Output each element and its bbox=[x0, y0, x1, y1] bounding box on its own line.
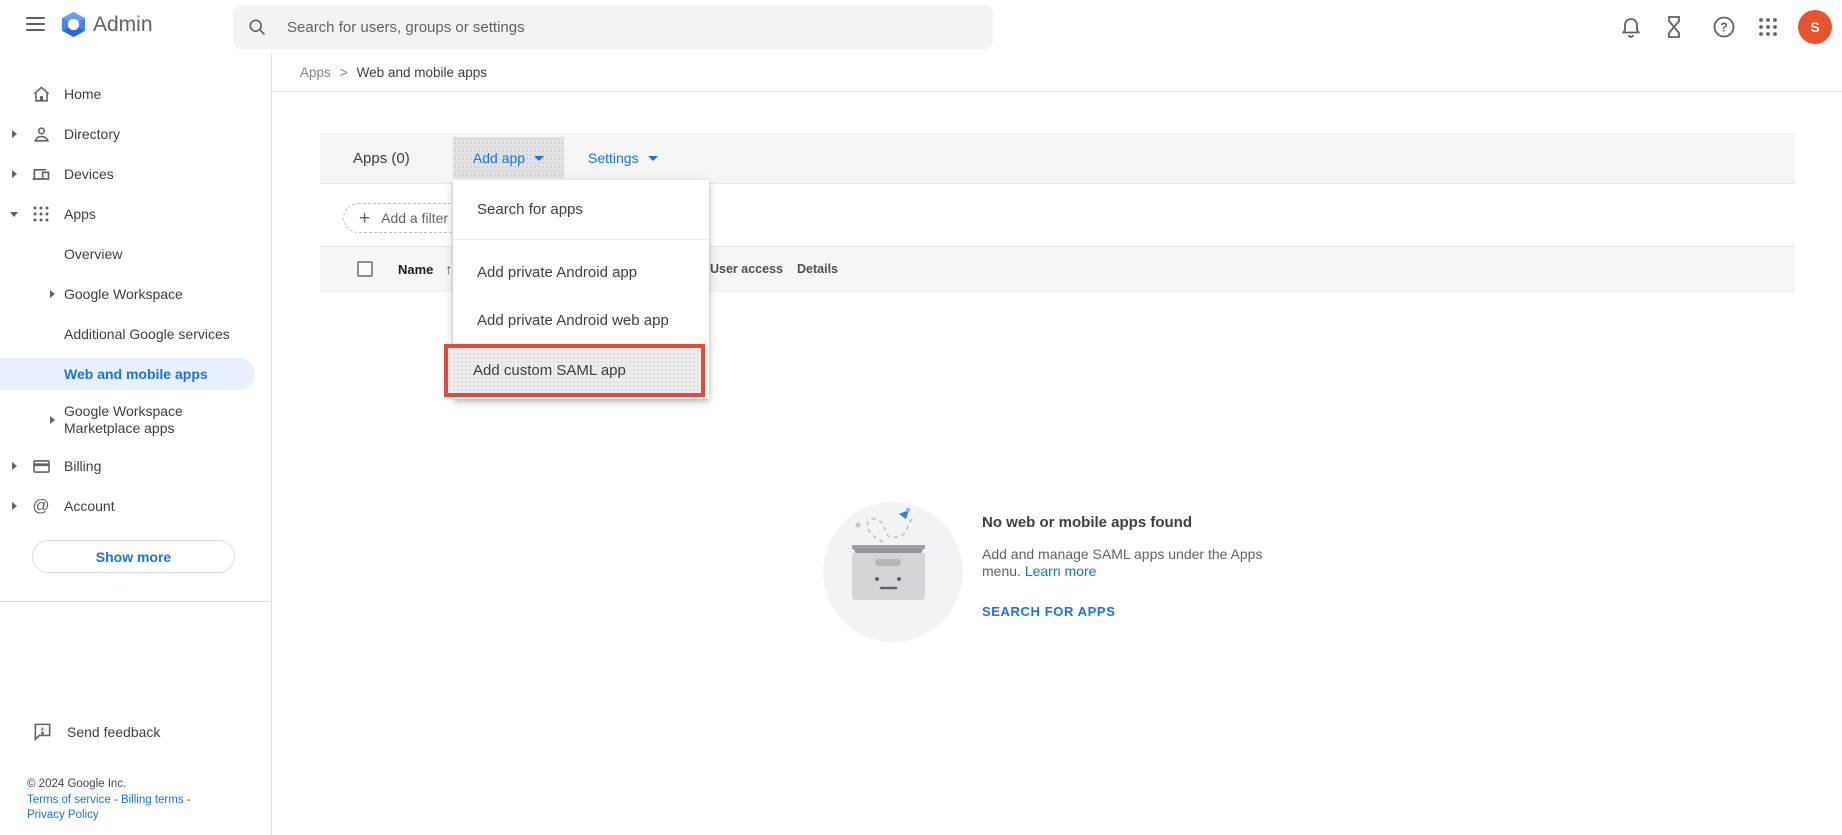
expand-right-icon bbox=[50, 290, 55, 298]
menu-item-add-private-android-app[interactable]: Add private Android app bbox=[453, 248, 709, 296]
apps-count-label: Apps (0) bbox=[353, 149, 410, 167]
sidebar-item-directory[interactable]: Directory bbox=[0, 114, 271, 154]
global-search[interactable] bbox=[233, 5, 993, 49]
person-icon bbox=[31, 124, 51, 144]
sidebar-nav: Home Directory Devices Apps Overview Goo… bbox=[0, 54, 272, 835]
sidebar-item-home[interactable]: Home bbox=[0, 74, 271, 114]
notifications-bell-icon[interactable] bbox=[1619, 15, 1643, 39]
main-menu-icon[interactable] bbox=[26, 17, 45, 31]
at-sign-icon: @ bbox=[32, 496, 50, 515]
terms-of-service-link[interactable]: Terms of service bbox=[27, 794, 111, 806]
feedback-icon bbox=[34, 723, 51, 741]
product-title: Admin bbox=[93, 13, 153, 36]
breadcrumb-current-page: Web and mobile apps bbox=[356, 65, 488, 80]
sidebar-item-web-and-mobile-apps[interactable]: Web and mobile apps bbox=[0, 354, 271, 394]
sidebar-footer: © 2024 Google Inc. Terms of service - Bi… bbox=[27, 778, 191, 821]
admin-console-page: Admin ? S bbox=[0, 0, 1842, 835]
chevron-down-icon bbox=[647, 156, 658, 161]
show-more-button[interactable]: Show more bbox=[32, 540, 235, 573]
sidebar-item-devices[interactable]: Devices bbox=[0, 154, 271, 194]
menu-item-add-private-android-web-app[interactable]: Add private Android web app bbox=[453, 296, 709, 344]
account-avatar[interactable]: S bbox=[1798, 10, 1832, 44]
plus-icon: + bbox=[359, 207, 371, 229]
home-icon bbox=[31, 84, 51, 104]
sidebar-item-workspace-marketplace-apps[interactable]: Google Workspace Marketplace apps bbox=[0, 394, 271, 446]
breadcrumb-separator: > bbox=[339, 65, 348, 80]
learn-more-link[interactable]: Learn more bbox=[1025, 563, 1097, 579]
breadcrumb-apps-link[interactable]: Apps bbox=[300, 65, 331, 80]
select-all-checkbox[interactable] bbox=[357, 261, 373, 277]
copyright-text: © 2024 Google Inc. bbox=[27, 778, 127, 790]
help-icon[interactable]: ? bbox=[1712, 15, 1736, 39]
devices-icon bbox=[31, 164, 51, 184]
search-for-apps-link[interactable]: SEARCH FOR APPS bbox=[982, 604, 1312, 619]
empty-state-title: No web or mobile apps found bbox=[982, 514, 1192, 531]
column-header-name[interactable]: Name ↑ bbox=[398, 247, 452, 291]
sidebar-item-additional-google-services[interactable]: Additional Google services bbox=[0, 314, 271, 354]
svg-text:?: ? bbox=[1720, 21, 1728, 35]
sidebar-item-google-workspace[interactable]: Google Workspace bbox=[0, 274, 271, 314]
pending-tasks-hourglass-icon[interactable] bbox=[1662, 15, 1686, 39]
sidebar-item-apps[interactable]: Apps bbox=[0, 194, 271, 234]
apps-grid-icon bbox=[31, 204, 51, 224]
sort-ascending-icon: ↑ bbox=[445, 261, 453, 277]
add-app-button[interactable]: Add app bbox=[453, 137, 564, 178]
menu-item-add-custom-saml-app[interactable]: Add custom SAML app bbox=[444, 344, 705, 397]
google-apps-grid-icon[interactable] bbox=[1756, 15, 1780, 39]
sidebar-item-overview[interactable]: Overview bbox=[0, 234, 271, 274]
search-input[interactable] bbox=[285, 17, 979, 37]
settings-button[interactable]: Settings bbox=[588, 137, 658, 178]
send-feedback-button[interactable]: Send feedback bbox=[33, 722, 160, 741]
empty-state: No web or mobile apps found Add and mana… bbox=[982, 514, 1312, 619]
sidebar-divider bbox=[0, 601, 271, 602]
search-icon bbox=[249, 19, 266, 36]
sidebar-item-billing[interactable]: Billing bbox=[0, 446, 271, 486]
google-admin-logo-icon[interactable] bbox=[60, 11, 87, 38]
billing-terms-link[interactable]: Billing terms bbox=[121, 794, 184, 806]
billing-card-icon bbox=[31, 456, 51, 476]
top-bar: Admin ? S bbox=[0, 0, 1842, 54]
privacy-policy-link[interactable]: Privacy Policy bbox=[27, 809, 99, 821]
expand-right-icon bbox=[12, 130, 17, 138]
empty-box-illustration bbox=[823, 502, 963, 642]
expand-right-icon bbox=[12, 462, 17, 470]
add-filter-button[interactable]: + Add a filter bbox=[343, 203, 465, 233]
expand-right-icon bbox=[50, 416, 55, 424]
add-app-dropdown-menu: Search for apps Add private Android app … bbox=[444, 180, 709, 399]
expand-down-icon bbox=[10, 211, 18, 217]
apps-toolbar: Apps (0) Add app Settings bbox=[320, 133, 1795, 184]
main-content: Apps > Web and mobile apps Apps (0) Add … bbox=[272, 54, 1842, 835]
expand-right-icon bbox=[12, 502, 17, 510]
column-header-user-access: User access bbox=[710, 262, 783, 276]
sidebar-item-account[interactable]: @ Account bbox=[0, 486, 271, 526]
expand-right-icon bbox=[12, 170, 17, 178]
menu-item-search-for-apps[interactable]: Search for apps bbox=[453, 180, 709, 240]
column-header-details: Details bbox=[797, 262, 838, 276]
chevron-down-icon bbox=[534, 156, 545, 161]
breadcrumb: Apps > Web and mobile apps bbox=[272, 54, 1842, 92]
